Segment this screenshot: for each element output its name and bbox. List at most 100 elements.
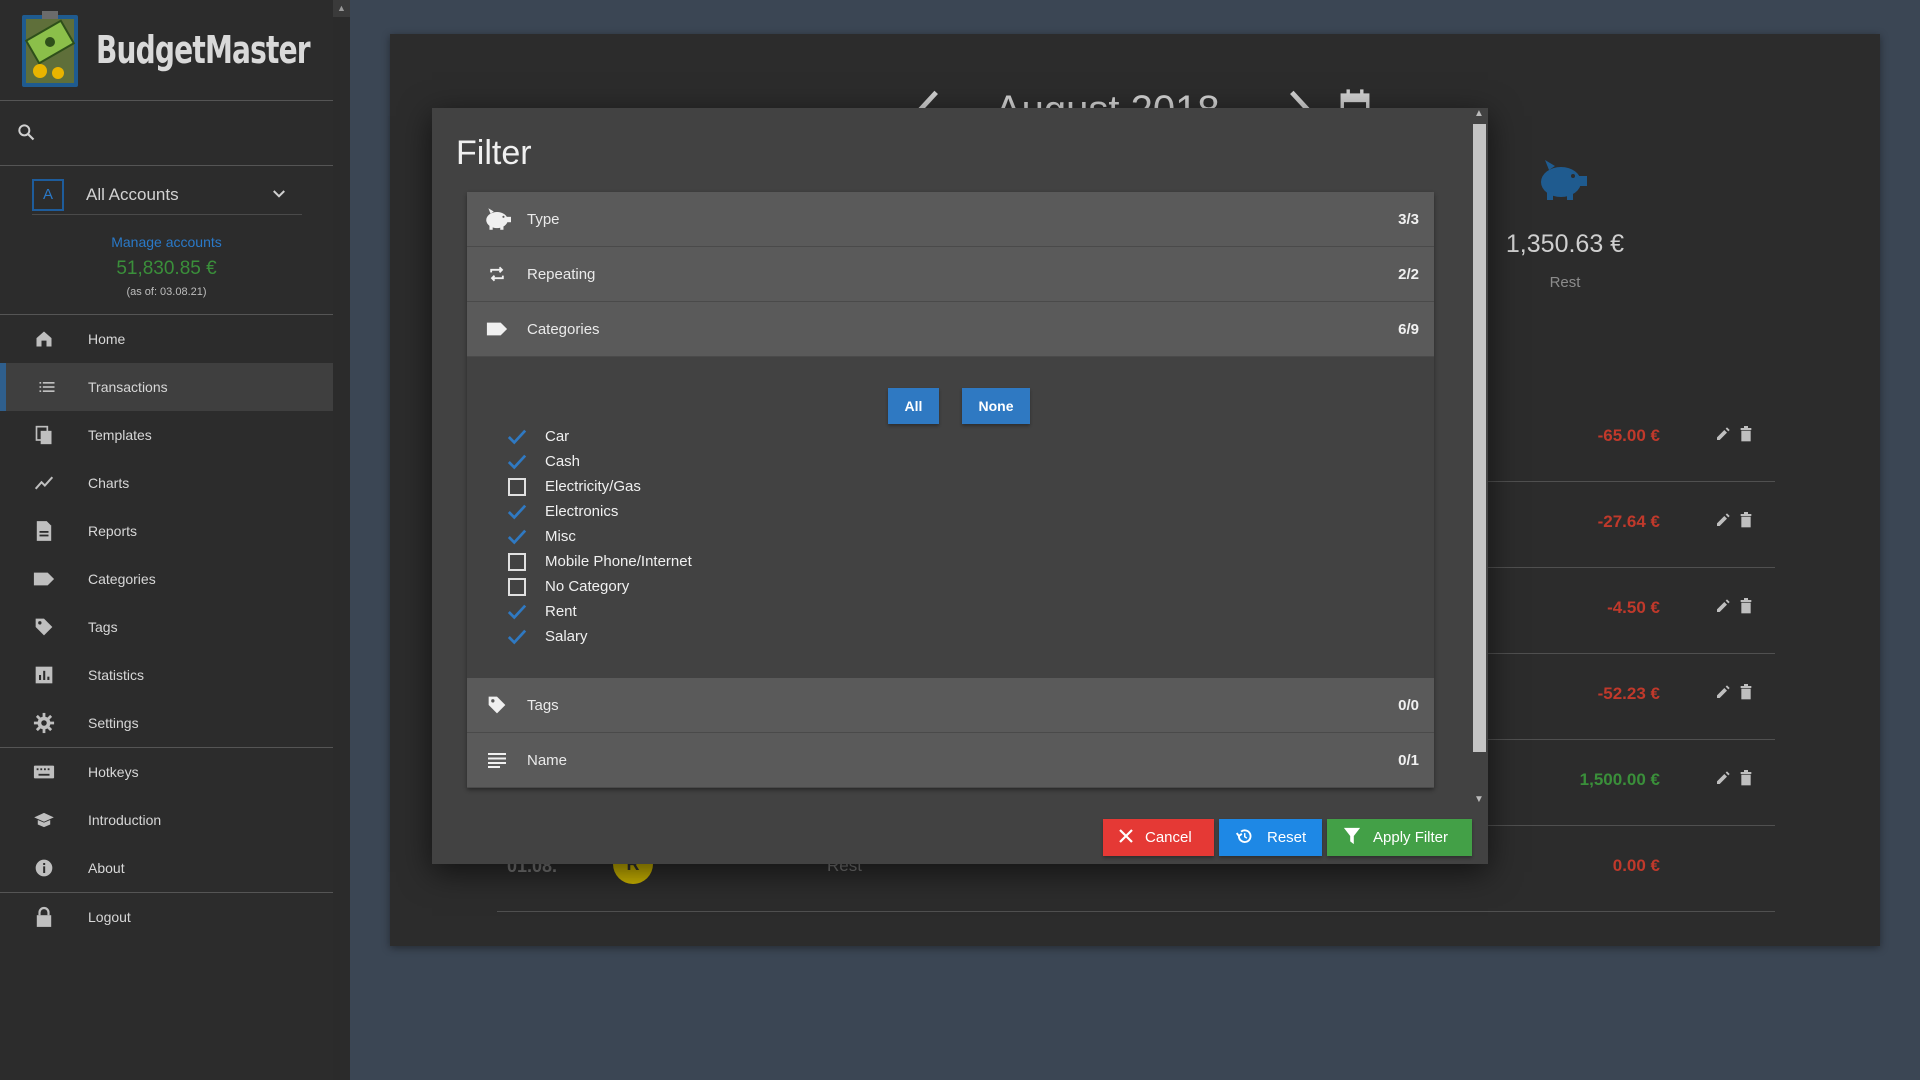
transaction-amount: -4.50 € (1607, 598, 1660, 617)
delete-icon[interactable] (1739, 426, 1753, 447)
checkmark-icon (507, 502, 527, 522)
scroll-up-icon[interactable]: ▲ (1470, 108, 1488, 119)
filter-sections: Type 3/3 Repeating 2/2 Categories 6/9 Al… (467, 192, 1434, 788)
section-type[interactable]: Type 3/3 (467, 192, 1434, 247)
budgetmaster-logo-icon (20, 11, 84, 89)
sidebar-item-templates[interactable]: Templates (0, 411, 333, 459)
sidebar-item-about[interactable]: About (0, 844, 333, 892)
home-icon (0, 329, 88, 349)
sidebar-item-reports[interactable]: Reports (0, 507, 333, 555)
edit-icon[interactable] (1715, 770, 1731, 791)
description-icon (0, 520, 88, 542)
section-name[interactable]: Name 0/1 (467, 733, 1434, 788)
account-select[interactable]: A All Accounts (32, 175, 302, 215)
sidebar-item-label: Charts (88, 475, 130, 491)
category-checkbox[interactable]: Car (507, 424, 692, 449)
sidebar-item-label: Tags (88, 619, 118, 635)
sidebar-item-categories[interactable]: Categories (0, 555, 333, 603)
filter-modal: Filter ▲ ▼ Type 3/3 Repeating 2/2 Catego… (432, 108, 1488, 864)
edit-icon[interactable] (1715, 684, 1731, 705)
edit-icon[interactable] (1715, 512, 1731, 533)
scroll-up-icon[interactable]: ▲ (333, 0, 350, 17)
reset-button[interactable]: Reset (1219, 819, 1322, 856)
categories-body: All None Car Cash Electricity/Gas Electr (467, 357, 1434, 678)
category-checkbox[interactable]: Cash (507, 449, 692, 474)
search-icon[interactable] (16, 122, 36, 147)
checkbox-empty-icon (507, 552, 527, 572)
label-icon (467, 321, 527, 337)
category-label: Cash (545, 453, 581, 470)
brand[interactable]: BudgetMaster (20, 10, 357, 90)
restore-icon (1235, 828, 1253, 848)
delete-icon[interactable] (1739, 770, 1753, 791)
category-checkbox[interactable]: Electricity/Gas (507, 474, 692, 499)
category-checkbox[interactable]: Mobile Phone/Internet (507, 549, 692, 574)
sidebar-scrollbar[interactable]: ▲ (333, 0, 350, 1080)
section-count: 3/3 (1398, 210, 1419, 228)
sidebar-item-label: Introduction (88, 812, 162, 828)
list-icon (6, 377, 88, 397)
sidebar-item-introduction[interactable]: Introduction (0, 796, 333, 844)
section-tags[interactable]: Tags 0/0 (467, 678, 1434, 733)
delete-icon[interactable] (1739, 684, 1753, 705)
section-categories[interactable]: Categories 6/9 (467, 302, 1434, 357)
delete-icon[interactable] (1739, 512, 1753, 533)
transaction-amount: 1,500.00 € (1579, 770, 1660, 789)
apply-filter-label: Apply Filter (1373, 829, 1449, 846)
sidebar-item-statistics[interactable]: Statistics (0, 651, 333, 699)
category-label: Electronics (545, 503, 619, 520)
sidebar-item-charts[interactable]: Charts (0, 459, 333, 507)
category-checkbox[interactable]: Electronics (507, 499, 692, 524)
select-all-button[interactable]: All (888, 388, 939, 424)
edit-icon[interactable] (1715, 598, 1731, 619)
scroll-down-icon[interactable]: ▼ (1470, 794, 1488, 805)
sidebar-item-settings[interactable]: Settings (0, 699, 333, 747)
keyboard-icon (0, 764, 88, 780)
account-badge: A (32, 178, 64, 211)
edit-icon[interactable] (1715, 426, 1731, 447)
piggy-bank-icon (467, 207, 527, 231)
apply-filter-button[interactable]: Apply Filter (1327, 819, 1472, 856)
info-icon (0, 858, 88, 878)
sidebar-item-home[interactable]: Home (0, 315, 333, 363)
sidebar-item-logout[interactable]: Logout (0, 893, 333, 941)
category-label: Electricity/Gas (545, 478, 641, 495)
sidebar-item-label: Templates (88, 427, 152, 443)
scroll-thumb[interactable] (1473, 124, 1486, 752)
sidebar-item-transactions[interactable]: Transactions (0, 363, 333, 411)
select-none-button[interactable]: None (962, 388, 1030, 424)
category-label: No Category (545, 578, 630, 595)
checkmark-icon (507, 427, 527, 447)
transaction-amount: 0.00 € (1612, 856, 1660, 875)
app-name: BudgetMaster (96, 28, 311, 72)
category-list: Car Cash Electricity/Gas Electronics Mis… (507, 424, 692, 649)
checkmark-icon (507, 527, 527, 547)
modal-title: Filter (456, 134, 532, 172)
checkmark-icon (507, 602, 527, 622)
sidebar: BudgetMaster A All Accounts Manage accou… (0, 0, 333, 1080)
sidebar-item-tags[interactable]: Tags (0, 603, 333, 651)
sidebar-item-label: About (88, 860, 125, 876)
show-chart-icon (0, 473, 88, 493)
lock-icon (0, 906, 88, 928)
modal-scrollbar[interactable]: ▲ ▼ (1470, 108, 1488, 808)
manage-accounts-link[interactable]: Manage accounts (0, 234, 333, 250)
checkmark-icon (507, 452, 527, 472)
sidebar-item-label: Hotkeys (88, 764, 139, 780)
checkbox-empty-icon (507, 477, 527, 497)
sidebar-item-hotkeys[interactable]: Hotkeys (0, 748, 333, 796)
settings-icon (0, 712, 88, 734)
category-checkbox[interactable]: Misc (507, 524, 692, 549)
section-repeating[interactable]: Repeating 2/2 (467, 247, 1434, 302)
category-checkbox[interactable]: Rent (507, 599, 692, 624)
delete-icon[interactable] (1739, 598, 1753, 619)
cancel-button[interactable]: Cancel (1103, 819, 1214, 856)
sidebar-item-label: Reports (88, 523, 138, 539)
sidebar-item-label: Home (88, 331, 126, 347)
divider (0, 165, 333, 166)
checkmark-icon (507, 627, 527, 647)
category-checkbox[interactable]: Salary (507, 624, 692, 649)
category-checkbox[interactable]: No Category (507, 574, 692, 599)
sidebar-item-label: Statistics (88, 667, 145, 683)
rest-label: Rest (1549, 274, 1581, 291)
